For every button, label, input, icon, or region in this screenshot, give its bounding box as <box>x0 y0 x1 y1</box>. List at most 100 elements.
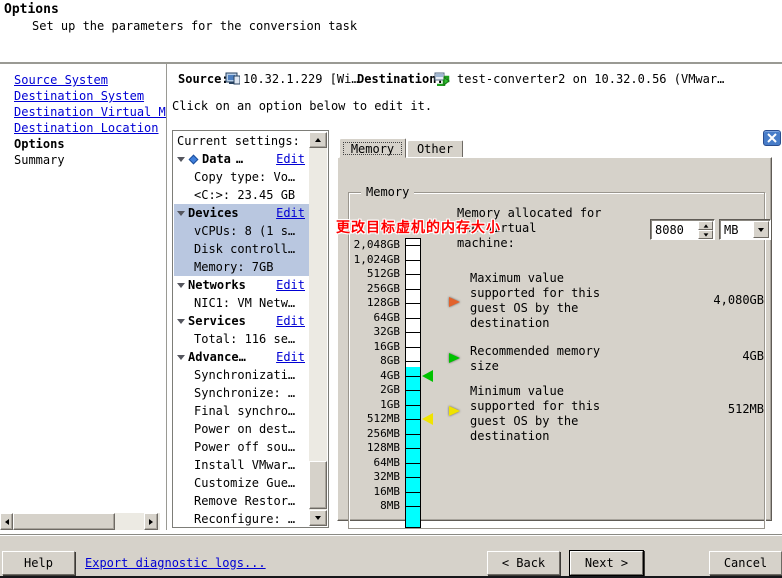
scroll-right-icon <box>149 519 153 525</box>
collapse-arrow-icon[interactable] <box>177 211 185 216</box>
scroll-right-button[interactable] <box>144 513 158 530</box>
collapse-arrow-icon[interactable] <box>177 283 185 288</box>
source-value: 10.32.1.229 [Wi… <box>243 71 359 87</box>
scale-tick-label: 32MB <box>349 470 400 484</box>
settings-item-text: NIC1: VM Netw… <box>194 294 295 312</box>
scale-tick-label: 8MB <box>349 499 400 513</box>
settings-section-services[interactable]: ServicesEdit <box>174 312 309 330</box>
spin-up-button[interactable] <box>698 221 713 230</box>
scale-tick-label: 16MB <box>349 485 400 499</box>
section-label: Networks <box>188 276 246 294</box>
settings-item-text: Reconfigure: … <box>194 510 295 526</box>
settings-item[interactable]: Final synchro… <box>174 402 309 420</box>
recommended-value-text: Recommended memory <box>470 344 630 359</box>
scroll-left-button[interactable] <box>0 513 13 530</box>
collapse-arrow-icon[interactable] <box>177 319 185 324</box>
tab-body: 更改目标虚机的内存大小 Memory 2,048GB1,024GB512GB25… <box>337 157 772 521</box>
settings-item[interactable]: NIC1: VM Netw… <box>174 294 309 312</box>
settings-item[interactable]: Install VMwar… <box>174 456 309 474</box>
scale-tick-label: 4GB <box>349 369 400 383</box>
memory-group-box: Memory 2,048GB1,024GB512GB256GB128GB64GB… <box>348 192 765 529</box>
scroll-thumb[interactable] <box>309 461 327 509</box>
cancel-button[interactable]: Cancel <box>709 551 782 575</box>
settings-item[interactable]: vCPUs: 8 (1 s… <box>174 222 309 240</box>
settings-item[interactable]: Power off sou… <box>174 438 309 456</box>
back-button[interactable]: < Back <box>487 551 560 575</box>
sidebar-horizontal-scrollbar[interactable] <box>0 513 160 530</box>
sidebar-item-destination-virtual-machine[interactable]: Destination Virtual Machine <box>0 104 166 120</box>
tab-other[interactable]: Other <box>407 140 463 158</box>
sidebar-item-source-system[interactable]: Source System <box>0 72 166 88</box>
settings-item-text: Customize Gue… <box>194 474 295 492</box>
settings-section-devices[interactable]: DevicesEdit <box>174 204 309 222</box>
recommended-value-text: size <box>470 359 630 374</box>
edit-link[interactable]: Edit <box>276 276 305 294</box>
scroll-up-button[interactable] <box>309 132 327 148</box>
settings-item[interactable]: Total: 116 se… <box>174 330 309 348</box>
tab-memory[interactable]: Memory <box>339 138 406 158</box>
settings-item[interactable]: Disk controll… <box>174 240 309 258</box>
settings-item[interactable]: Memory: 7GB <box>174 258 309 276</box>
memory-unit-select[interactable]: MB <box>719 219 771 240</box>
settings-item[interactable]: <C:>: 23.45 GB <box>174 186 309 204</box>
settings-item-text: Synchronizati… <box>194 366 295 384</box>
settings-item[interactable]: Customize Gue… <box>174 474 309 492</box>
next-button[interactable]: Next > <box>570 551 643 575</box>
settings-vertical-scrollbar[interactable] <box>309 132 327 526</box>
settings-section-networks[interactable]: Networks Edit <box>174 276 309 294</box>
memory-bar-fill <box>406 367 420 527</box>
settings-section-advance[interactable]: Advance… Edit <box>174 348 309 366</box>
export-diagnostic-logs-link[interactable]: Export diagnostic logs... <box>85 556 266 570</box>
scale-tick-line <box>406 448 420 449</box>
settings-item-text: Remove Restor… <box>194 492 295 510</box>
help-button[interactable]: Help <box>2 551 75 575</box>
dropdown-button[interactable] <box>753 221 769 238</box>
sidebar-item-destination-location[interactable]: Destination Location <box>0 120 166 136</box>
scale-tick-label: 256GB <box>349 282 400 296</box>
settings-item-text: Memory: 7GB <box>194 258 273 276</box>
scale-tick-line <box>406 376 420 377</box>
source-destination-bar: Source: 10.32.1.229 [Wi… Destination: te… <box>176 71 776 87</box>
section-label: Advance… <box>188 348 246 366</box>
settings-item-text: Synchronize: … <box>194 384 295 402</box>
collapse-arrow-icon[interactable] <box>177 157 185 162</box>
chevron-down-icon <box>758 228 764 232</box>
memory-unit-value: MB <box>724 222 738 238</box>
computer-icon <box>225 72 240 89</box>
options-edit-dialog: MemoryOther 更改目标虚机的内存大小 Memory 2,048GB1,… <box>337 138 772 521</box>
edit-link[interactable]: Edit <box>276 348 305 366</box>
settings-item[interactable]: Reconfigure: … <box>174 510 309 526</box>
sidebar-item-destination-system[interactable]: Destination System <box>0 88 166 104</box>
settings-item[interactable]: Copy type: Vo… <box>174 168 309 186</box>
spin-down-button[interactable] <box>698 230 713 239</box>
recommended-value-amount: 4GB <box>639 349 764 364</box>
scale-tick-label: 128MB <box>349 441 400 455</box>
settings-item[interactable]: Synchronizati… <box>174 366 309 384</box>
scale-tick-line <box>406 390 420 391</box>
edit-link[interactable]: Edit <box>276 312 305 330</box>
scale-tick-line <box>406 347 420 348</box>
spin-down-icon <box>703 233 708 236</box>
scale-tick-label: 256MB <box>349 427 400 441</box>
maximum-value-text: supported for this <box>470 286 630 301</box>
scale-tick-label: 64GB <box>349 311 400 325</box>
edit-link[interactable]: Edit <box>276 150 305 168</box>
scroll-thumb[interactable] <box>13 513 115 530</box>
scale-tick-label: 1,024GB <box>349 253 400 267</box>
settings-item[interactable]: Synchronize: … <box>174 384 309 402</box>
scale-tick-line <box>406 303 420 304</box>
scale-tick-line <box>406 289 420 290</box>
settings-section-data[interactable]: Data…Edit <box>174 150 309 168</box>
settings-item[interactable]: Power on dest… <box>174 420 309 438</box>
close-button[interactable] <box>763 130 781 146</box>
minimum-marker-icon <box>422 413 433 425</box>
recommended-marker-icon <box>422 370 433 382</box>
maximum-value-amount: 4,080GB <box>639 293 764 308</box>
collapse-arrow-icon[interactable] <box>177 355 185 360</box>
memory-value-input[interactable] <box>653 221 697 238</box>
settings-item[interactable]: Remove Restor… <box>174 492 309 510</box>
scroll-down-button[interactable] <box>309 510 327 526</box>
memory-value-field <box>650 219 715 240</box>
edit-link[interactable]: Edit <box>276 204 305 222</box>
annotation-text: 更改目标虚机的内存大小 <box>336 217 501 237</box>
